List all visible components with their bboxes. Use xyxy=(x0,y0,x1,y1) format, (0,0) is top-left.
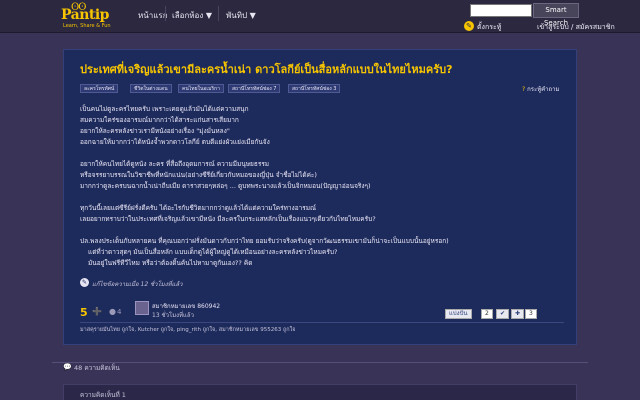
nav-divider xyxy=(165,6,166,21)
nav-pantip[interactable]: พันทิป ▼ xyxy=(226,9,256,22)
body-line: สมความใคร่ของอารมณ์มากกว่าได้สาระแก่นสาร… xyxy=(80,116,239,124)
topic-post: ประเทศที่เจริญแล้วเขามีละครน้ำเน่า ดาวโล… xyxy=(63,49,577,345)
liked-by-list: มาสคุรายมันไทย ถูกใจ, Kutcher ถูกใจ, pin… xyxy=(80,327,296,333)
comment-count: 48 ความคิดเห็น xyxy=(74,364,120,372)
body-line: อยากให้ละครหลังข่าวเรามีหนังอย่างเรื่อง … xyxy=(80,127,230,135)
edit-note[interactable]: แก้ไขข้อความเมื่อ 12 ชั่วโมงที่แล้ว xyxy=(92,279,183,289)
divider xyxy=(80,322,564,323)
avatar[interactable] xyxy=(135,301,149,315)
question-icon: ? xyxy=(522,86,526,93)
comment-icon: 💬 xyxy=(63,363,72,371)
minus-vote-icon[interactable]: ● xyxy=(109,307,116,316)
logo-name: Pantip xyxy=(61,7,109,23)
tag-item[interactable]: สถานีโทรทัศน์ช่อง 3 xyxy=(288,84,341,93)
tag-item[interactable]: สถานีโทรทัศน์ช่อง 7 xyxy=(228,84,281,93)
topic-title: ประเทศที่เจริญแล้วเขามีละครน้ำเน่า ดาวโล… xyxy=(80,63,453,76)
post-time: 13 ชั่วโมงที่แล้ว xyxy=(152,312,194,319)
tag-item[interactable]: ละครโทรทัศน์ xyxy=(80,84,119,93)
twitter-share-button[interactable]: ✔ xyxy=(496,309,510,319)
share-alt-button[interactable]: ✚ xyxy=(511,309,525,319)
body-line: อยากให้คนไทยได้ดูหนัง ละคร ที่สื่อถึงอุด… xyxy=(80,160,270,168)
plus-vote-icon[interactable]: ➕ xyxy=(92,307,102,316)
chat-bubble-icon: ✎ xyxy=(464,21,474,31)
first-comment: ความคิดเห็นที่ 1 xyxy=(63,384,577,400)
body-line: มันอยู่ในฟรีทีวีไหม หรือว่าต้องดิ้นค้นไป… xyxy=(88,259,253,267)
body-line: หรือจรรยาบรรณในวิชาชีพที่หนักแน่น(อย่างซ… xyxy=(80,171,317,179)
top-bar: ʘʘ Pantip Learn, Share & Fun หน้าแรก เลื… xyxy=(0,0,640,33)
facebook-share-button[interactable]: แบ่งปัน xyxy=(445,309,472,319)
new-topic-link[interactable]: ตั้งกระทู้ xyxy=(477,22,501,33)
minus-score: 4 xyxy=(117,308,122,316)
logo-tagline: Learn, Share & Fun xyxy=(63,23,111,29)
tag-item[interactable]: ชีวิตในต่างแดน xyxy=(130,84,172,93)
body-line: เลยอยากทราบว่าในประเทศที่เจริญแล้วเขามีห… xyxy=(80,215,376,223)
comment-number: ความคิดเห็นที่ 1 xyxy=(80,391,126,399)
body-line: มากกว่าดูละครบนฉากน้ำเน่าถีบเมีย ดาราสวย… xyxy=(80,182,371,190)
pantip-logo[interactable]: ʘʘ Pantip Learn, Share & Fun xyxy=(61,2,111,31)
body-line: เป็นคนไม่ดูละครไทยครับ เพราะเคยดูแล้วมัน… xyxy=(80,105,249,113)
comments-divider xyxy=(52,362,588,363)
smart-search-button[interactable]: Smart Search xyxy=(533,3,579,27)
edit-history-icon: ✎ xyxy=(80,278,89,287)
body-line: ปล.พลงประเด็นกับหลายคน ที่คุณบอกว่าฝรั่ง… xyxy=(80,237,449,245)
login-register-link[interactable]: เข้าสู่ระบบ / สมัครสมาชิก xyxy=(537,22,615,33)
tag-item[interactable]: คนไทยในอเมริกา xyxy=(178,84,224,93)
body-line: ทุกวันนี้เลยแต่ซีรีย์ฝรั่งดีครับ ได้อะไร… xyxy=(80,204,317,212)
body-line: แต่ที่ว่าดาวสุดๆ มันเป็นสื่อหลัก แบบเด็ก… xyxy=(88,248,338,256)
share-count: 2 xyxy=(481,309,493,319)
tweet-count: 3 xyxy=(525,309,537,319)
body-line: ออกฉายให้มากกว่าได้หนังจ้ำพวกดาวโลกีย์ ต… xyxy=(80,138,270,146)
nav-divider xyxy=(218,6,219,21)
nav-choose-room[interactable]: เลือกห้อง ▼ xyxy=(172,9,212,22)
vote-score: 5 xyxy=(80,306,88,319)
question-topic-label: กระทู้คำถาม xyxy=(527,86,560,93)
question-topic-badge: ? กระทู้คำถาม xyxy=(522,84,559,94)
search-input[interactable] xyxy=(470,4,532,17)
nav-home[interactable]: หน้าแรก xyxy=(138,9,168,22)
